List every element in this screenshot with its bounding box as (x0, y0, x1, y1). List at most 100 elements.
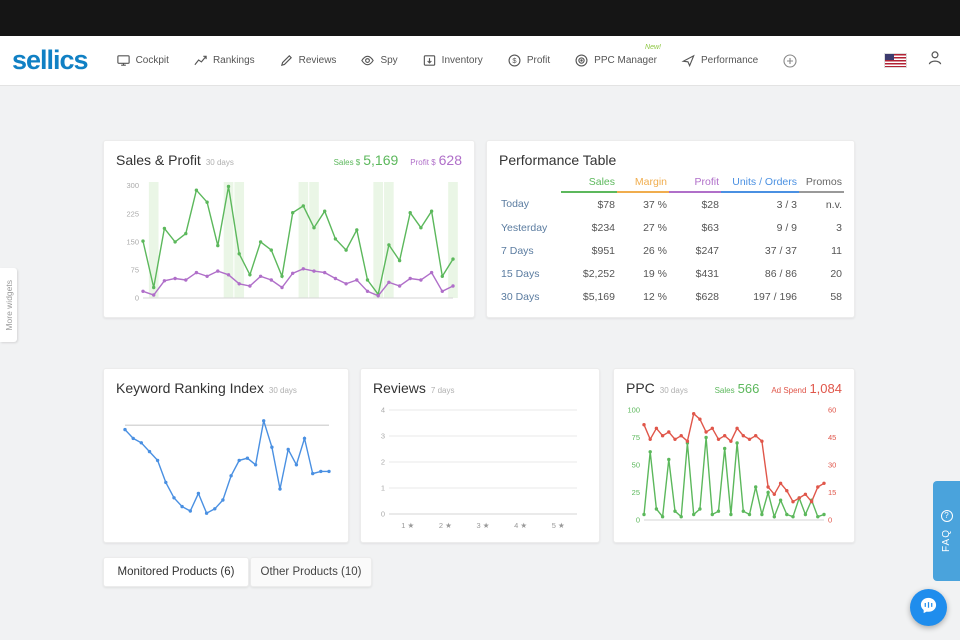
ppc-adspend-label: Ad Spend (771, 386, 807, 395)
nav-item-performance[interactable]: Performance (681, 53, 758, 68)
keyword-ranking-widget: Keyword Ranking Index 30 days (103, 368, 349, 543)
nav-label: Spy (380, 55, 398, 66)
ppc-widget: PPC 30 days Sales 566 Ad Spend 1,084 0 25 50… (613, 368, 855, 543)
faq-tab[interactable]: ? FAQ (933, 481, 960, 581)
keyword-ranking-chart (123, 419, 331, 515)
widget-subtitle: 30 days (268, 386, 297, 395)
dollar-icon: $ (507, 53, 522, 68)
target-icon (574, 53, 589, 68)
nav-right (885, 49, 944, 72)
user-account-icon[interactable] (926, 49, 944, 72)
nav-label: Profit (526, 55, 551, 66)
svg-text:0: 0 (381, 510, 385, 519)
widget-title: PPC (626, 380, 655, 396)
svg-text:30: 30 (828, 461, 836, 470)
ppc-adspend-value: 1,084 (809, 381, 842, 396)
svg-text:2 ★: 2 ★ (439, 521, 452, 530)
faq-label: FAQ (941, 528, 952, 552)
chat-icon (919, 596, 938, 620)
widget-title: Keyword Ranking Index (116, 380, 264, 396)
reviews-widget: Reviews 7 days 0 1 2 3 4 1 ★ 2 ★ 3 ★ 4 ★ 5 ★ (360, 368, 600, 543)
widget-subtitle: 30 days (205, 158, 234, 167)
profit-total-value: 628 (438, 152, 462, 168)
column-header-margin: Margin (617, 172, 669, 193)
column-header-sales: Sales (561, 172, 617, 193)
nav-item-rankings[interactable]: Rankings (193, 53, 255, 68)
pencil-icon (279, 53, 294, 68)
svg-text:3: 3 (381, 432, 385, 441)
svg-text:15: 15 (828, 488, 836, 497)
table-row: Yesterday $234 27 % $63 9 / 9 3 (501, 221, 842, 234)
svg-text:5 ★: 5 ★ (552, 521, 565, 530)
nav-label: Inventory (441, 55, 483, 66)
sellics-logo[interactable]: sellics (12, 45, 89, 76)
table-row: Today $78 37 % $28 3 / 3 n.v. (501, 198, 842, 211)
nav-label: Reviews (298, 55, 337, 66)
svg-text:2: 2 (381, 458, 385, 467)
box-icon (422, 53, 437, 68)
table-row: 30 Days $5,169 12 % $628 197 / 196 58 (501, 290, 842, 303)
widget-title: Reviews (373, 380, 426, 396)
question-mark-icon: ? (940, 509, 953, 522)
nav-item-inventory[interactable]: Inventory (422, 53, 483, 68)
svg-text:60: 60 (828, 406, 836, 415)
svg-text:$: $ (512, 56, 517, 65)
tab-monitored-products[interactable]: Monitored Products (6) (103, 557, 249, 587)
svg-text:75: 75 (131, 265, 139, 274)
svg-text:25: 25 (632, 488, 640, 497)
svg-text:0: 0 (135, 294, 139, 303)
more-widgets-label: More widgets (3, 279, 14, 331)
svg-text:0: 0 (828, 516, 832, 525)
column-header-units-orders: Units / Orders (721, 172, 799, 193)
us-flag-language-selector[interactable] (885, 54, 906, 67)
svg-text:300: 300 (126, 181, 139, 190)
performance-table: Sales Margin Profit Units / Orders Promo… (499, 172, 844, 308)
svg-text:75: 75 (632, 433, 640, 442)
svg-text:4 ★: 4 ★ (514, 521, 527, 530)
nav-items: Cockpit Rankings Reviews Spy Inventory $… (116, 44, 799, 69)
ppc-sales-value: 566 (737, 381, 760, 396)
sales-total-value: 5,169 (363, 152, 399, 168)
add-widget-button[interactable] (782, 53, 798, 69)
performance-table-widget: Performance Table Sales Margin Profit Un… (486, 140, 855, 318)
top-black-bar (0, 0, 960, 36)
monitor-icon (116, 53, 131, 68)
rocket-icon (681, 53, 696, 68)
svg-text:45: 45 (828, 433, 836, 442)
svg-text:1 ★: 1 ★ (401, 521, 414, 530)
reviews-chart: 0 1 2 3 4 1 ★ 2 ★ 3 ★ 4 ★ 5 ★ (381, 406, 577, 530)
main-nav: sellics Cockpit Rankings Reviews Spy Inv… (0, 36, 960, 86)
widget-subtitle: 30 days (659, 386, 688, 395)
svg-text:225: 225 (126, 209, 139, 218)
rankings-icon (193, 53, 208, 68)
column-header-profit: Profit (669, 172, 721, 193)
svg-text:150: 150 (126, 237, 139, 246)
eye-icon (360, 53, 375, 68)
svg-text:4: 4 (381, 406, 385, 415)
nav-item-ppc-manager[interactable]: PPC Manager New! (574, 44, 661, 68)
chat-bubble-button[interactable] (910, 589, 947, 626)
more-widgets-tab[interactable]: More widgets (0, 268, 17, 342)
ppc-sales-label: Sales (714, 386, 735, 395)
sales-profit-chart: 0 75 150 225 300 (126, 181, 458, 303)
nav-item-cockpit[interactable]: Cockpit (116, 53, 169, 68)
nav-label: Cockpit (135, 55, 169, 66)
tab-other-products[interactable]: Other Products (10) (250, 557, 372, 587)
widget-subtitle: 7 days (430, 386, 455, 395)
svg-text:3 ★: 3 ★ (477, 521, 490, 530)
ppc-chart: 0 25 50 75 100 0 15 30 45 60 (627, 406, 836, 525)
table-row: 7 Days $951 26 % $247 37 / 37 11 (501, 244, 842, 257)
nav-label: Rankings (212, 55, 255, 66)
sales-total-label: Sales $ (333, 158, 361, 167)
widget-title: Performance Table (499, 152, 617, 168)
nav-item-profit[interactable]: $ Profit (507, 53, 550, 68)
svg-text:1: 1 (381, 484, 385, 493)
column-header-promos: Promos (799, 172, 844, 193)
svg-text:100: 100 (627, 406, 640, 415)
nav-item-reviews[interactable]: Reviews (279, 53, 337, 68)
plus-circle-icon (782, 53, 798, 69)
new-badge: New! (645, 44, 661, 51)
table-row: 15 Days $2,252 19 % $431 86 / 86 20 (501, 267, 842, 280)
profit-total-label: Profit $ (410, 158, 436, 167)
nav-item-spy[interactable]: Spy (360, 53, 398, 68)
